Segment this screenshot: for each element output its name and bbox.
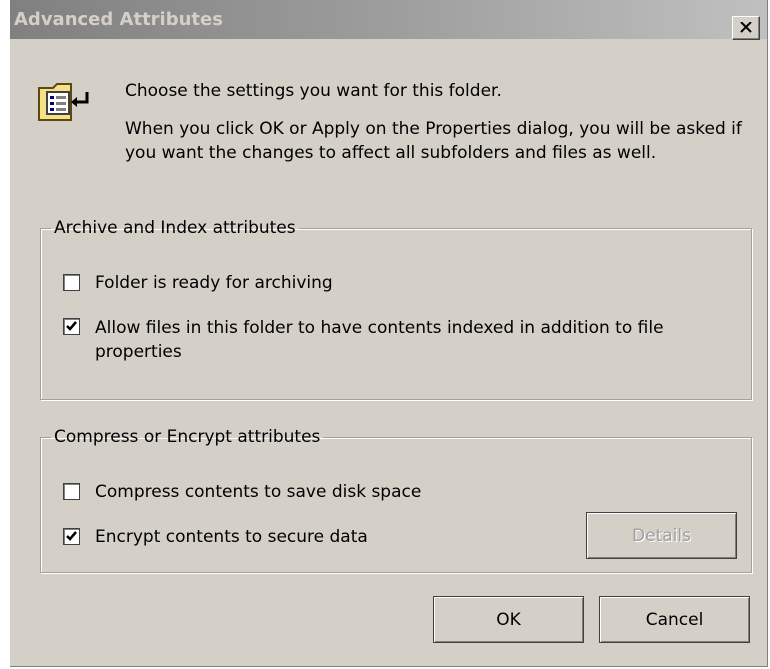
archive-index-group: Archive and Index attributes (40, 218, 752, 400)
archive-group-legend: Archive and Index attributes (54, 218, 296, 238)
archive-checkbox-label[interactable]: Folder is ready for archiving (95, 271, 333, 295)
close-icon (740, 22, 752, 33)
folder-settings-icon (38, 83, 89, 121)
details-button[interactable]: Details (586, 512, 737, 559)
cancel-button[interactable]: Cancel (599, 596, 750, 643)
encrypt-checkbox-label[interactable]: Encrypt contents to secure data (95, 525, 368, 549)
encrypt-checkbox[interactable] (63, 528, 80, 545)
intro-detail-text: When you click OK or Apply on the Proper… (125, 119, 742, 163)
ok-button[interactable]: OK (433, 596, 584, 643)
checkmark-icon (66, 531, 77, 541)
compress-group-legend: Compress or Encrypt attributes (54, 427, 321, 447)
index-checkbox-label[interactable]: Allow files in this folder to have conte… (95, 316, 735, 364)
compress-checkbox[interactable] (63, 483, 80, 500)
dialog-title: Advanced Attributes (14, 9, 223, 30)
index-checkbox[interactable] (63, 318, 80, 335)
close-button[interactable] (732, 16, 760, 40)
compress-checkbox-label[interactable]: Compress contents to save disk space (95, 480, 421, 504)
advanced-attributes-dialog: Advanced Attributes Choose the settings … (10, 0, 768, 667)
checkmark-icon (66, 321, 77, 331)
title-bar: Advanced Attributes (10, 0, 767, 40)
archive-checkbox[interactable] (63, 274, 80, 291)
intro-text: Choose the settings you want for this fo… (125, 81, 502, 101)
